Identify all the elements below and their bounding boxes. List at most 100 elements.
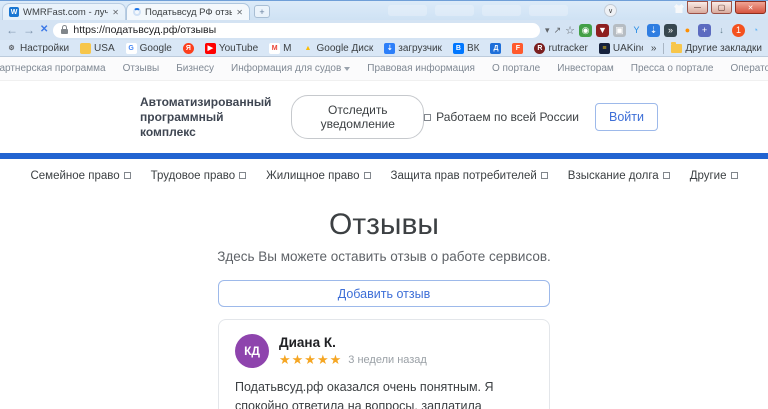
background-tab — [388, 5, 427, 16]
bookmark-item[interactable]: ▶ YouTube — [204, 42, 258, 54]
bookmark-item[interactable]: Я — [182, 42, 194, 54]
bookmark-item[interactable]: ≡ UAKino — [598, 42, 643, 54]
bookmark-item[interactable]: F — [512, 42, 524, 54]
chevron-down-icon — [344, 66, 351, 71]
bookmark-item[interactable]: ⇣ загрузчик — [384, 42, 442, 54]
extension-icons: ◉ ▼ ▣ Y ⇣ » ● + ↓ 1 ◔ — [579, 23, 762, 37]
category-link[interactable]: Семейное право — [30, 170, 131, 182]
map-box-icon — [424, 113, 432, 121]
browser-window: W WMRFast.com - лучшее место дл Податьвс… — [0, 0, 768, 57]
site-top-nav: Партнерская программа Отзывы Бизнесу Инф… — [0, 57, 768, 81]
video-saver-icon[interactable]: ⇣ — [647, 23, 660, 37]
forward-button[interactable] — [23, 24, 35, 36]
dropdown-box-icon — [239, 172, 247, 179]
address-toolbar: https://податьвсуд.рф/отзывы ◉ ▼ ▣ Y ⇣ » — [0, 20, 768, 40]
dropdown-caret-icon[interactable] — [545, 25, 550, 36]
stop-loading-button[interactable] — [40, 25, 48, 35]
topnav-link[interactable]: О портале — [492, 63, 540, 74]
google-drive-icon: ▲ — [304, 44, 312, 52]
reviewer-name: Диана К. — [279, 334, 336, 350]
dropdown-box-icon — [540, 172, 548, 179]
theme-shirt-icon — [674, 4, 684, 13]
uakino-icon: ≡ — [598, 42, 610, 54]
bookmark-item[interactable]: ⚙ Настройки — [6, 43, 69, 54]
avatar: КД — [235, 334, 269, 368]
bookmark-item[interactable]: G Google — [125, 42, 172, 54]
puzzle-icon[interactable]: + — [698, 23, 711, 37]
letter-f-app-icon: F — [512, 42, 524, 54]
bookmark-list: ⚙ Настройки USA G Google Я ▶ YouTube M M… — [6, 42, 643, 54]
downloader-icon: ⇣ — [384, 42, 396, 54]
bookmark-item[interactable]: B ВК — [452, 42, 479, 54]
google-g-icon: G — [125, 42, 137, 54]
bookmark-item[interactable]: R rutracker — [534, 42, 588, 54]
close-tab-icon[interactable] — [236, 8, 243, 17]
category-nav: Семейное право Трудовое право Жилищное п… — [0, 159, 768, 192]
share-icon[interactable] — [554, 25, 562, 36]
category-link[interactable]: Другие — [690, 170, 738, 182]
folder-icon — [80, 42, 92, 54]
background-tab — [529, 5, 568, 16]
blue-sphere-icon[interactable]: ◔ — [749, 24, 762, 37]
bookmark-item[interactable]: ▲ Google Диск — [303, 43, 374, 54]
letter-d-app-icon: Д — [490, 42, 502, 54]
add-review-button[interactable]: Добавить отзыв — [218, 280, 550, 307]
topnav-link[interactable]: Бизнесу — [176, 63, 214, 74]
gear-icon: ⚙ — [8, 44, 15, 52]
back-button[interactable] — [6, 24, 18, 36]
dropdown-box-icon — [363, 172, 371, 179]
dropdown-box-icon — [730, 172, 738, 179]
bookmark-star-icon[interactable] — [565, 24, 575, 37]
reviews-content: Отзывы Здесь Вы можете оставить отзыв о … — [0, 208, 768, 409]
topnav-link[interactable]: Правовая информация — [367, 63, 475, 74]
new-tab-button[interactable] — [254, 5, 270, 18]
category-link[interactable]: Взыскание долга — [568, 170, 670, 182]
site-header: Автоматизированный программный комплекс … — [0, 81, 768, 153]
orange-counter-icon[interactable]: ● — [681, 24, 694, 37]
yandex-y-icon[interactable]: Y — [630, 24, 643, 37]
review-text: Податьвсуд.рф оказался очень понятным. Я… — [235, 380, 494, 409]
bookmark-item[interactable]: USA — [80, 42, 115, 54]
site-logo[interactable]: Автоматизированный программный комплекс — [140, 95, 271, 140]
topnav-link[interactable]: Инвесторам — [557, 63, 614, 74]
downloads-icon[interactable]: ↓ — [715, 24, 728, 37]
youtube-icon: ▶ — [204, 42, 216, 54]
minimize-button[interactable] — [687, 1, 708, 14]
background-window-tabs — [388, 5, 568, 16]
tab-podatvsud[interactable]: Податьвсуд РФ отзывы о сайте: р — [126, 3, 250, 20]
category-link[interactable]: Жилищное право — [266, 170, 371, 182]
topnav-link[interactable]: Пресса о портале — [631, 63, 714, 74]
background-tab — [435, 5, 474, 16]
topnav-link[interactable]: Информация для судов — [231, 63, 351, 74]
url-text[interactable]: https://податьвсуд.рф/отзывы — [73, 24, 216, 36]
fl-downloader-icon[interactable]: ◉ — [579, 23, 592, 37]
maximize-button[interactable] — [711, 1, 732, 14]
category-link[interactable]: Защита прав потребителей — [391, 170, 548, 182]
background-tab — [482, 5, 521, 16]
clipboard-icon[interactable]: ▣ — [613, 23, 626, 37]
address-bar[interactable]: https://податьвсуд.рф/отзывы — [53, 22, 541, 38]
login-button[interactable]: Войти — [595, 103, 658, 131]
orange-notify-icon[interactable]: 1 — [732, 23, 745, 37]
track-notification-button[interactable]: Отследить уведомление — [291, 95, 425, 139]
close-window-button[interactable] — [735, 1, 766, 14]
bookmarks-overflow-chevron[interactable]: » — [651, 43, 657, 54]
other-bookmarks-folder[interactable]: Другие закладки — [671, 41, 762, 54]
bookmark-item[interactable]: Д — [490, 42, 502, 54]
topnav-link[interactable]: Партнерская программа — [0, 63, 106, 74]
red-shield-icon[interactable]: ▼ — [596, 23, 609, 37]
dark-arrows-icon[interactable]: » — [664, 23, 677, 37]
bookmark-item[interactable]: M M — [269, 42, 292, 54]
topnav-link[interactable]: Отзывы — [123, 63, 160, 74]
topnav-link[interactable]: Оператор — [730, 63, 768, 74]
tabstrip-chevron-button[interactable] — [604, 4, 617, 17]
gmail-icon: M — [269, 42, 281, 54]
category-link[interactable]: Трудовое право — [151, 170, 247, 182]
tab-title: Податьвсуд РФ отзывы о сайте: р — [145, 6, 232, 18]
page-subtitle: Здесь Вы можете оставить отзыв о работе … — [217, 249, 551, 264]
review-date: 3 недели назад — [348, 353, 427, 366]
review-meta: ★★★★★ 3 недели назад — [279, 352, 427, 368]
tab-wmrfast[interactable]: W WMRFast.com - лучшее место дл — [2, 3, 126, 20]
tab-title: WMRFast.com - лучшее место дл — [23, 6, 109, 18]
close-tab-icon[interactable] — [112, 8, 119, 17]
